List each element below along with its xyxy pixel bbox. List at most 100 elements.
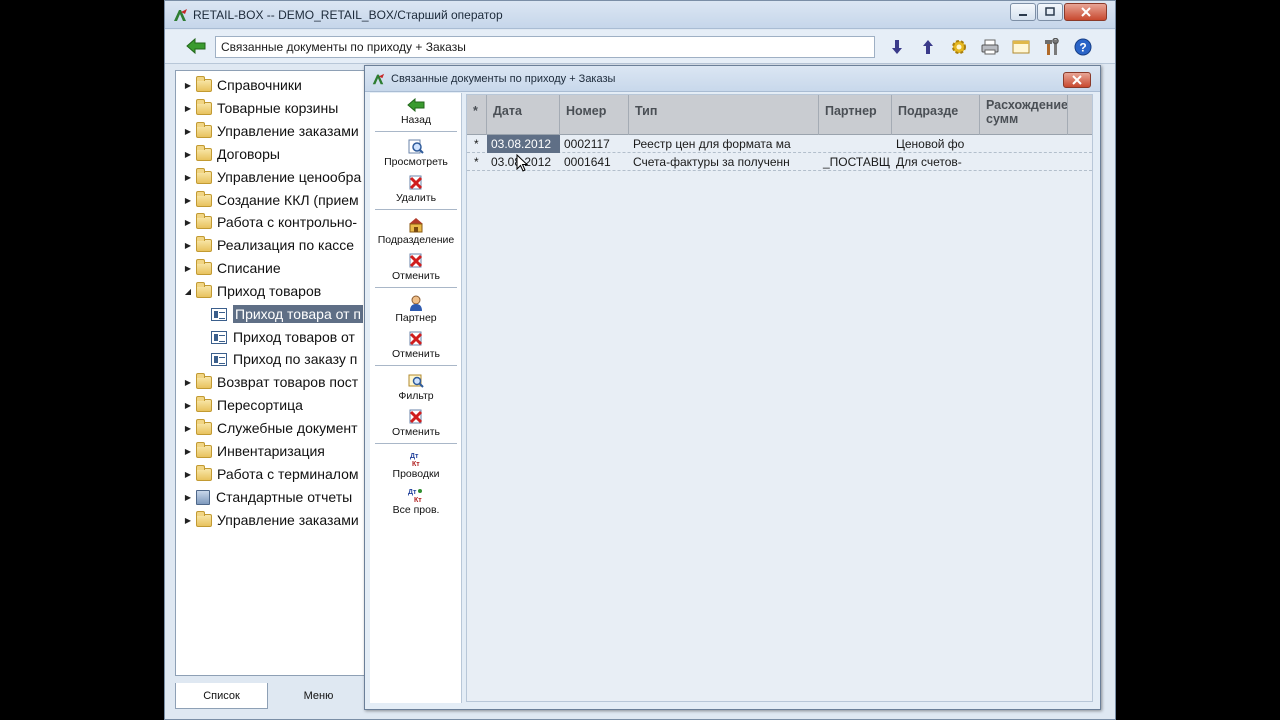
partner-button[interactable]: Партнер [370, 295, 462, 324]
expand-arrow-icon[interactable]: ▶ [183, 104, 193, 113]
tree-item[interactable]: ▶ Пересортица [176, 394, 303, 416]
tree-item-label: Списание [217, 260, 281, 276]
debit-credit-icon: Дт Кт [407, 451, 425, 467]
tab-list[interactable]: Список [175, 683, 268, 709]
table-row[interactable]: * 03.08.2012 0001641 Счета-фактуры за по… [467, 153, 1092, 171]
view-button[interactable]: Просмотреть [370, 139, 462, 168]
collapse-arrow-icon[interactable]: ◢ [183, 287, 193, 296]
app-logo-icon [174, 9, 187, 21]
address-field[interactable]: Связанные документы по приходу + Заказы [215, 36, 875, 58]
tree-item[interactable]: ▶ Реализация по кассе [176, 234, 354, 256]
maximize-icon [1045, 7, 1055, 16]
expand-arrow-icon[interactable]: ▶ [183, 173, 193, 182]
tree-item[interactable]: ▶ Работа с контрольно- [176, 211, 357, 233]
table-row[interactable]: * 03.08.2012 0002117 Реестр цен для форм… [467, 135, 1092, 153]
tree-item-label: Товарные корзины [217, 100, 339, 116]
tree-item[interactable]: Приход товаров от [176, 326, 355, 348]
tree-item-label: Инвентаризация [217, 443, 325, 459]
building-icon [407, 217, 425, 233]
arrow-up-icon[interactable] [918, 37, 938, 57]
column-header-partner[interactable]: Партнер [819, 95, 892, 135]
tree-item[interactable]: ▶ Справочники [176, 74, 302, 96]
gear-icon[interactable] [949, 37, 969, 57]
tree-item[interactable]: ◢ Приход товаров [176, 280, 321, 302]
tree-item[interactable]: ▶ Списание [176, 257, 281, 279]
arrow-down-icon[interactable] [887, 37, 907, 57]
tree-item[interactable]: Приход по заказу п [176, 348, 357, 370]
row-mark: * [474, 155, 479, 169]
expand-arrow-icon[interactable]: ▶ [183, 424, 193, 433]
tree-item[interactable]: ▶ Возврат товаров пост [176, 371, 358, 393]
tree-item-label: Приход по заказу п [233, 351, 358, 367]
print-icon[interactable] [980, 37, 1000, 57]
tree-item-label: Пересортица [217, 397, 303, 413]
delete-label: Удалить [395, 192, 437, 204]
column-header-division[interactable]: Подразде [892, 95, 980, 135]
all-postings-button[interactable]: Дт Кт Все пров. [370, 487, 462, 516]
back-button[interactable]: Назад [370, 97, 462, 126]
expand-arrow-icon[interactable]: ▶ [183, 493, 193, 502]
close-button[interactable] [1064, 3, 1107, 21]
column-header-date[interactable]: Дата [487, 95, 560, 135]
expand-arrow-icon[interactable]: ▶ [183, 470, 193, 479]
expand-arrow-icon[interactable]: ▶ [183, 150, 193, 159]
back-arrow-icon[interactable] [185, 37, 207, 55]
column-header-type[interactable]: Тип [629, 95, 819, 135]
tree-item[interactable]: ▶ Управление заказами [176, 120, 359, 142]
expand-arrow-icon[interactable]: ▶ [183, 196, 193, 205]
tools-icon[interactable] [1042, 37, 1062, 57]
column-header-mark[interactable]: * [467, 95, 487, 135]
svg-text:?: ? [1079, 41, 1086, 55]
tree-item[interactable]: ▶ Работа с терминалом [176, 463, 359, 485]
postings-button[interactable]: Дт Кт Проводки [370, 451, 462, 480]
tree-item-label: Стандартные отчеты [216, 489, 353, 505]
tree-item[interactable]: ▶ Управление ценообра [176, 166, 361, 188]
minimize-button[interactable] [1010, 3, 1036, 21]
window-controls [1010, 3, 1107, 21]
expand-arrow-icon[interactable]: ▶ [183, 81, 193, 90]
tree-item[interactable]: ▶ Инвентаризация [176, 440, 325, 462]
window-icon[interactable] [1011, 37, 1031, 57]
back-arrow-icon [407, 97, 425, 113]
cancel-division-button[interactable]: Отменить [370, 253, 462, 282]
expand-arrow-icon[interactable]: ▶ [183, 516, 193, 525]
tree-item[interactable]: ▶ Создание ККЛ (прием [176, 189, 359, 211]
filter-button[interactable]: Фильтр [370, 373, 462, 402]
division-button[interactable]: Подразделение [370, 217, 462, 246]
folder-icon [196, 395, 212, 412]
cancel-partner-button[interactable]: Отменить [370, 331, 462, 360]
table-header: * Дата Номер Тип Партнер Подразде Расхож… [467, 95, 1092, 135]
tree-item[interactable]: ▶ Договоры [176, 143, 280, 165]
column-header-number[interactable]: Номер [560, 95, 629, 135]
delete-button[interactable]: Удалить [370, 175, 462, 204]
maximize-button[interactable] [1037, 3, 1063, 21]
related-documents-dialog: Связанные документы по приходу + Заказы … [364, 65, 1101, 710]
folder-icon [196, 464, 212, 481]
tree-item-label: Создание ККЛ (прием [217, 192, 359, 208]
help-icon[interactable]: ? [1073, 37, 1093, 57]
tab-menu[interactable]: Меню [272, 683, 365, 709]
tree-item[interactable]: Приход товара от п [176, 303, 363, 325]
row-date: 03.08.2012 [487, 135, 560, 153]
expand-arrow-icon[interactable]: ▶ [183, 401, 193, 410]
folder-icon [196, 372, 212, 389]
window-title: RETAIL-BOX -- DEMO_RETAIL_BOX/Старший оп… [193, 8, 503, 22]
expand-arrow-icon[interactable]: ▶ [183, 447, 193, 456]
expand-arrow-icon[interactable]: ▶ [183, 241, 193, 250]
tree-item[interactable]: ▶ Стандартные отчеты [176, 486, 352, 508]
expand-arrow-icon[interactable]: ▶ [183, 127, 193, 136]
dialog-close-button[interactable] [1063, 72, 1091, 88]
column-header-discrepancy[interactable]: Расхождение сумм [980, 95, 1068, 135]
row-number: 0002117 [564, 137, 610, 151]
tree-item[interactable]: ▶ Товарные корзины [176, 97, 338, 119]
expand-arrow-icon[interactable]: ▶ [183, 378, 193, 387]
tree-item[interactable]: ▶ Служебные документ [176, 417, 358, 439]
expand-arrow-icon[interactable]: ▶ [183, 218, 193, 227]
cancel-icon [407, 331, 425, 347]
document-icon [211, 307, 227, 321]
tree-item[interactable]: ▶ Управление заказами [176, 509, 359, 531]
folder-icon [196, 121, 212, 138]
expand-arrow-icon[interactable]: ▶ [183, 264, 193, 273]
cancel-filter-button[interactable]: Отменить [370, 409, 462, 438]
row-partner [819, 135, 892, 153]
